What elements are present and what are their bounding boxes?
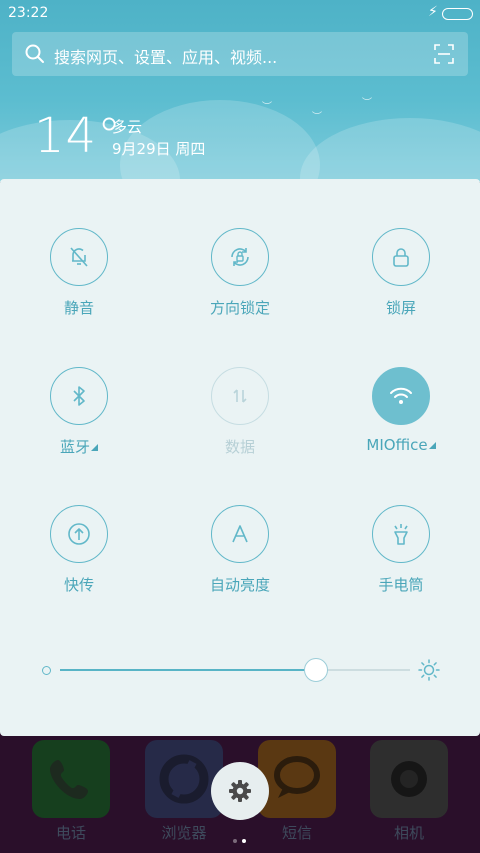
auto-brightness-button[interactable]	[211, 505, 269, 563]
bluetooth-label: 蓝牙	[59, 438, 90, 456]
dock-label: 电话	[55, 824, 86, 842]
dock-label: 相机	[393, 824, 424, 842]
message-icon	[274, 756, 320, 798]
bluetooth-icon	[73, 386, 85, 406]
mobile-data-button[interactable]	[211, 367, 269, 425]
dock-label: 短信	[281, 824, 312, 842]
scan-icon[interactable]	[434, 44, 454, 64]
flashlight-button[interactable]	[372, 505, 430, 563]
toggle-label: 自动亮度	[209, 576, 270, 594]
toggle-label: 方向锁定	[209, 299, 270, 317]
toggle-rotation-lock[interactable]: 方向锁定	[180, 228, 300, 318]
messages-app[interactable]	[258, 740, 336, 818]
toggle-label: 数据	[224, 438, 255, 456]
brightness-low-icon	[42, 666, 51, 675]
dock-label: 浏览器	[161, 824, 207, 842]
brightness-slider[interactable]	[60, 658, 410, 682]
wifi-label: MIOffice	[366, 436, 428, 454]
toggle-mobile-data[interactable]: 数据	[180, 367, 300, 457]
charging-icon: ⚡	[428, 4, 438, 20]
toggle-quick-transfer[interactable]: 快传	[19, 505, 139, 595]
settings-button[interactable]	[211, 762, 269, 820]
search-placeholder: 搜索网页、设置、应用、视频...	[54, 48, 278, 67]
bird-decoration: ︶	[262, 102, 272, 113]
toggle-label: 快传	[63, 576, 94, 594]
phone-app[interactable]	[32, 740, 110, 818]
brightness-slider-thumb[interactable]	[303, 658, 328, 682]
phone-icon	[50, 760, 88, 799]
toggle-label: 静音	[63, 299, 94, 317]
page-dot	[233, 839, 237, 843]
gear-icon	[229, 780, 251, 802]
toggle-label: MIOffice	[341, 436, 461, 454]
toggle-bluetooth[interactable]: 蓝牙	[19, 367, 139, 457]
browser-app[interactable]	[145, 740, 223, 818]
brightness-slider-fill	[60, 669, 316, 671]
lock-screen-button[interactable]	[372, 228, 430, 286]
auto-brightness-icon	[232, 525, 248, 543]
camera-app[interactable]	[370, 740, 448, 818]
toggle-lock-screen[interactable]: 锁屏	[341, 228, 461, 318]
flashlight-icon	[394, 524, 408, 545]
weather-header: 23:22 ⚡ 搜索网页、设置、应用、视频... ︶ ︶ ︶ 14° 多云 9月…	[0, 0, 480, 182]
page-dot-active	[242, 839, 246, 843]
toggle-flashlight[interactable]: 手电筒	[341, 505, 461, 595]
temperature: 14°	[34, 108, 123, 164]
quick-transfer-button[interactable]	[50, 505, 108, 563]
mobile-data-icon	[233, 389, 247, 403]
bluetooth-button[interactable]	[50, 367, 108, 425]
submenu-triangle-icon[interactable]	[91, 444, 98, 451]
bird-decoration: ︶	[312, 112, 322, 123]
cloud-decoration	[300, 118, 480, 182]
toggle-wifi[interactable]: MIOffice	[341, 367, 461, 454]
toggle-label: 蓝牙	[19, 436, 139, 457]
mute-button[interactable]	[50, 228, 108, 286]
brightness-high-icon	[418, 659, 440, 681]
wifi-button[interactable]	[372, 367, 430, 425]
weather-condition: 多云	[112, 118, 143, 136]
toggle-mute[interactable]: 静音	[19, 228, 139, 318]
toggle-label: 手电筒	[378, 576, 424, 594]
upload-icon	[68, 523, 90, 545]
battery-icon	[442, 8, 473, 20]
status-time: 23:22	[8, 5, 49, 21]
rotation-lock-button[interactable]	[211, 228, 269, 286]
camera-icon	[391, 761, 427, 797]
bell-off-icon	[70, 247, 88, 267]
padlock-icon	[393, 248, 409, 267]
submenu-triangle-icon[interactable]	[428, 442, 436, 449]
page-indicator	[233, 828, 251, 847]
weather-date: 9月29日 周四	[112, 140, 206, 158]
search-icon	[25, 44, 44, 63]
rotation-lock-icon	[231, 248, 249, 266]
wifi-icon	[390, 387, 412, 404]
toggle-auto-brightness[interactable]: 自动亮度	[180, 505, 300, 595]
search-bar[interactable]: 搜索网页、设置、应用、视频...	[12, 32, 468, 76]
quick-settings-panel: 静音 方向锁定 锁屏 蓝牙 数据 MIOffice 快传 自动亮度 手电筒	[0, 179, 480, 736]
toggle-label: 锁屏	[385, 299, 416, 317]
browser-icon	[159, 754, 209, 804]
status-bar: 23:22 ⚡	[0, 0, 480, 28]
bird-decoration: ︶	[362, 98, 372, 109]
